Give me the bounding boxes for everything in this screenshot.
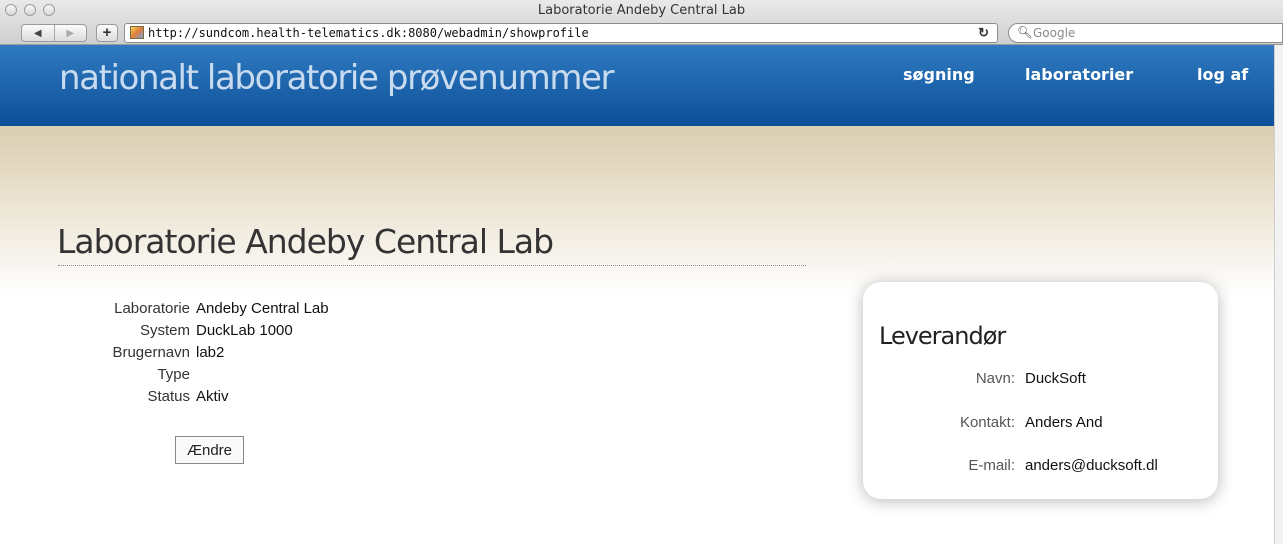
forward-button[interactable]: ▶ [53,25,87,41]
search-box[interactable]: 🔍︎ [1008,23,1283,43]
reload-icon[interactable]: ↻ [978,25,989,41]
info-row-status: Status Aktiv [60,385,329,407]
field-label: Laboratorie [114,299,190,317]
supplier-contact-label: Kontakt: [959,414,1015,431]
nav-link-logout[interactable]: log af [1197,65,1248,84]
supplier-name-value: DuckSoft [1025,370,1086,387]
field-label: Status [147,387,190,405]
back-button[interactable]: ◀ [22,25,54,41]
lab-info-table: Laboratorie Andeby Central Lab System Du… [60,297,329,407]
field-value: Andeby Central Lab [196,299,329,317]
field-label: Brugernavn [112,343,190,361]
history-nav-buttons: ◀ ▶ [21,24,87,42]
supplier-panel: Leverandør Navn: DuckSoft Kontakt: Ander… [863,282,1218,499]
site-title: nationalt laboratorie prøvenummer [59,58,615,98]
info-row-system: System DuckLab 1000 [60,319,329,341]
page-scrollbar[interactable] [1274,45,1283,544]
field-value: lab2 [196,343,225,361]
browser-toolbar: Laboratorie Andeby Central Lab ◀ ▶ + htt… [0,0,1283,45]
address-bar[interactable]: http://sundcom.health-telematics.dk:8080… [124,23,998,43]
site-favicon-icon [130,26,144,39]
title-divider [58,265,806,266]
search-input[interactable] [1033,24,1273,42]
supplier-email-label: E-mail: [968,457,1015,474]
page-title: Laboratorie Andeby Central Lab [57,222,554,261]
supplier-contact-value: Anders And [1025,414,1103,431]
field-label: System [139,321,190,339]
info-row-laboratory: Laboratorie Andeby Central Lab [60,297,329,319]
info-row-username: Brugernavn lab2 [60,341,329,363]
search-icon: 🔍︎ [1017,25,1033,39]
supplier-title: Leverandør [879,322,1006,350]
url-text[interactable]: http://sundcom.health-telematics.dk:8080… [148,26,589,40]
edit-button[interactable]: Ændre [175,436,244,464]
field-value: DuckLab 1000 [196,321,293,339]
supplier-name-label: Navn: [975,370,1015,387]
supplier-email-value[interactable]: anders@ducksoft.dl [1025,457,1158,474]
nav-link-laboratories[interactable]: laboratorier [1025,65,1133,84]
field-label: Type [157,365,190,383]
nav-link-search[interactable]: søgning [903,65,975,84]
add-bookmark-button[interactable]: + [96,24,118,42]
window-title: Laboratorie Andeby Central Lab [537,3,746,18]
field-value: Aktiv [196,387,229,405]
site-header: nationalt laboratorie prøvenummer søgnin… [0,45,1283,126]
field-value [196,363,329,385]
info-row-type: Type [60,363,329,385]
